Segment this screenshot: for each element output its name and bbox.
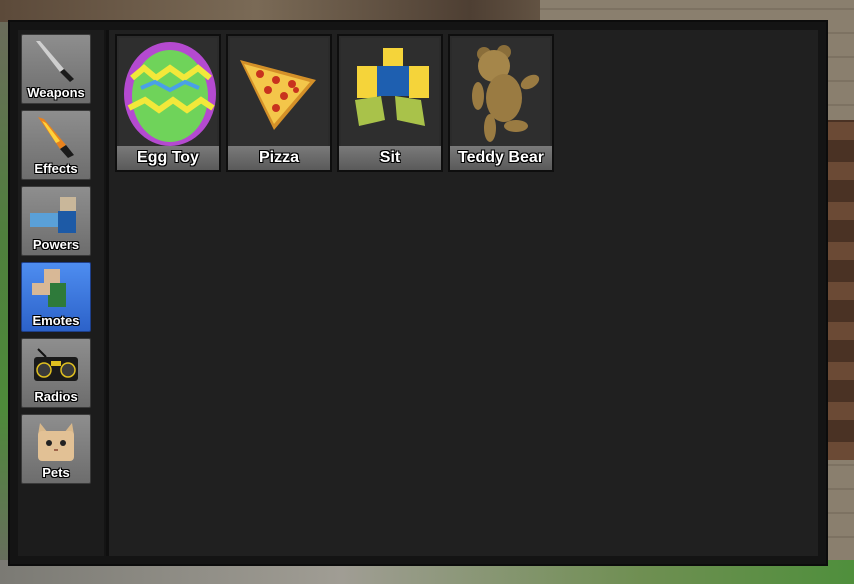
pizza-slice-icon [240,60,316,130]
game-world-fence [828,120,854,460]
sitting-character-icon [355,48,429,126]
easter-egg-icon [124,42,216,146]
cat-pet-icon [38,423,74,461]
emote-item-egg-toy[interactable]: Egg Toy [115,34,221,172]
tab-emotes-label: Emotes [32,313,80,328]
tab-emotes[interactable]: Emotes [21,262,91,332]
tab-powers-label: Powers [32,237,80,252]
flame-knife-icon [38,117,74,158]
category-sidebar: Weapons Effects Powers Emotes Radios Pet… [18,30,104,556]
emote-item-pizza[interactable]: Pizza [226,34,332,172]
tab-powers[interactable]: Powers [21,186,91,256]
emote-item-label: Sit [339,146,441,170]
emotes-grid: Egg Toy Pizza Sit Teddy Bear [106,30,818,556]
tab-effects[interactable]: Effects [21,110,91,180]
tab-effects-label: Effects [34,161,78,176]
teddy-bear-icon [472,45,540,142]
tab-pets[interactable]: Pets [21,414,91,484]
tab-radios[interactable]: Radios [21,338,91,408]
emote-item-sit[interactable]: Sit [337,34,443,172]
power-character-icon [30,197,76,233]
tab-radios-label: Radios [34,389,78,404]
tab-weapons-label: Weapons [27,85,85,100]
emote-item-label: Egg Toy [117,146,219,170]
tab-weapons[interactable]: Weapons [21,34,91,104]
emote-item-teddy-bear[interactable]: Teddy Bear [448,34,554,172]
tab-pets-label: Pets [42,465,70,480]
emote-character-icon [32,269,66,307]
knife-icon [36,41,74,82]
boombox-icon [34,348,78,381]
emote-item-label: Teddy Bear [450,146,552,170]
emote-item-label: Pizza [228,146,330,170]
inventory-window: Weapons Effects Powers Emotes Radios Pet… [8,20,828,566]
